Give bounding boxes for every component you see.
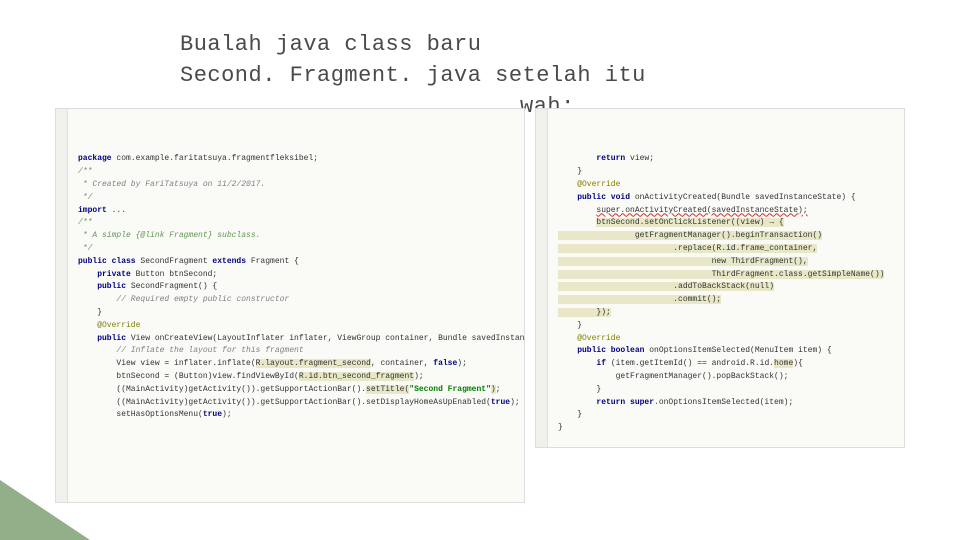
heading-line-2: Second. Fragment. java setelah itu bbox=[180, 61, 646, 92]
editor-gutter bbox=[56, 109, 68, 502]
code-right-content: return view; } @Override public void onA… bbox=[558, 153, 896, 435]
slide-heading: Bualah java class baru Second. Fragment.… bbox=[180, 30, 646, 92]
heading-line-1: Bualah java class baru bbox=[180, 30, 646, 61]
code-left-content: package com.example.faritatsuya.fragment… bbox=[78, 153, 516, 422]
editor-gutter bbox=[536, 109, 548, 447]
code-panel-right: return view; } @Override public void onA… bbox=[535, 108, 905, 448]
code-panel-left: package com.example.faritatsuya.fragment… bbox=[55, 108, 525, 503]
